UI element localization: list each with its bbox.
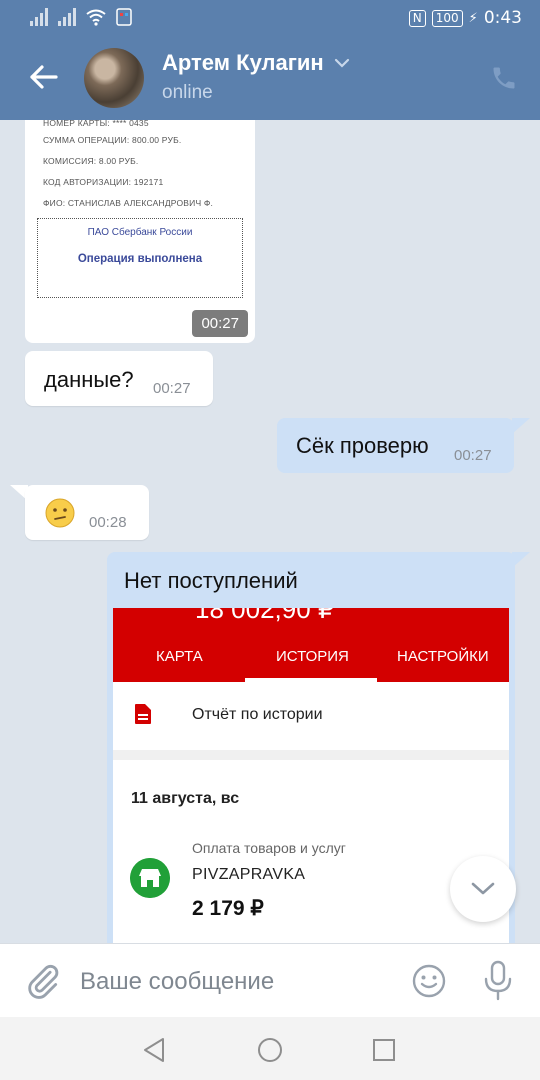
- paperclip-icon[interactable]: [24, 962, 62, 1000]
- outgoing-message[interactable]: Сёк проверю 00:27: [277, 418, 514, 473]
- clock: 0:43: [483, 8, 522, 28]
- message-composer: [0, 943, 540, 1017]
- charging-icon: ⚡: [468, 10, 478, 26]
- online-status: online: [162, 82, 213, 103]
- nav-back-icon[interactable]: [142, 1037, 166, 1063]
- divider: [113, 750, 509, 760]
- message-text: Сёк проверю: [296, 433, 429, 458]
- confused-emoji-icon: [45, 498, 75, 528]
- signal-icon: [30, 8, 48, 26]
- receipt-line: ФИО: СТАНИСЛАВ АЛЕКСАНДРОВИЧ Ф.: [43, 198, 214, 208]
- message-input[interactable]: [80, 962, 380, 1002]
- android-nav-bar: [0, 1017, 540, 1080]
- bubble-tail: [512, 418, 530, 434]
- contact-name-row[interactable]: Артем Кулагин: [162, 50, 350, 76]
- history-report-row: Отчёт по истории: [113, 682, 509, 750]
- nfc-icon: N: [408, 9, 426, 27]
- document-icon: [135, 704, 151, 724]
- message-text: Нет поступлений: [124, 568, 298, 593]
- receipt-line: КОМИССИЯ: 8.00 РУБ.: [43, 156, 139, 166]
- receipt-line: НОМЕР КАРТЫ: **** 0435: [43, 120, 149, 128]
- bubble-tail: [512, 552, 530, 568]
- tab-settings: НАСТРОЙКИ: [397, 648, 489, 665]
- message-time: 00:27: [153, 380, 191, 397]
- report-label: Отчёт по истории: [192, 706, 323, 723]
- balance-fragment: 18 002,90 ₽: [195, 608, 335, 624]
- store-icon: [130, 858, 170, 898]
- transaction-amount: 2 179 ₽: [192, 897, 264, 920]
- chevron-down-icon: [334, 58, 349, 68]
- message-time: 00:28: [89, 514, 127, 531]
- message-time: 00:27: [454, 447, 492, 464]
- avatar[interactable]: [84, 48, 144, 108]
- history-date: 11 августа, вс: [131, 790, 240, 807]
- smile-icon[interactable]: [410, 962, 448, 1000]
- phone-icon[interactable]: [490, 64, 518, 92]
- operation-result: Операция выполнена: [77, 253, 203, 265]
- back-arrow-icon[interactable]: [26, 60, 60, 94]
- microphone-icon[interactable]: [480, 960, 516, 1002]
- receipt-line: СУММА ОПЕРАЦИИ: 800.00 РУБ.: [43, 135, 182, 145]
- status-icons-left: [30, 8, 132, 26]
- message-time: 00:27: [192, 310, 248, 337]
- transaction-merchant: PIVZAPRAVKA: [192, 866, 306, 883]
- receipt-image-message[interactable]: НОМЕР КАРТЫ: **** 0435 СУММА ОПЕРАЦИИ: 8…: [25, 120, 255, 343]
- wifi-icon: [86, 9, 106, 26]
- nav-recents-icon[interactable]: [373, 1039, 395, 1061]
- incoming-message[interactable]: 00:28: [25, 485, 149, 540]
- scroll-to-bottom-button[interactable]: [450, 856, 516, 922]
- battery-icon: 100: [431, 9, 463, 27]
- contact-name: Артем Кулагин: [162, 50, 324, 75]
- message-list[interactable]: НОМЕР КАРТЫ: **** 0435 СУММА ОПЕРАЦИИ: 8…: [0, 120, 540, 943]
- transaction-category: Оплата товаров и услуг: [192, 840, 346, 856]
- incoming-message[interactable]: данные? 00:27: [25, 351, 213, 406]
- receipt-line: КОД АВТОРИЗАЦИИ: 192171: [43, 177, 164, 187]
- sber-header: 18 002,90 ₽ КАРТА ИСТОРИЯ НАСТРОЙКИ: [113, 608, 509, 682]
- status-bar: N 100 ⚡ 0:43: [0, 0, 540, 36]
- bank-stamp: ПАО Сбербанк России Операция выполнена: [37, 218, 243, 298]
- tab-history: ИСТОРИЯ: [276, 648, 349, 665]
- app-notification-icon: [116, 8, 132, 26]
- signal-2-icon: [58, 8, 76, 26]
- message-text: данные?: [44, 367, 134, 392]
- chevron-down-icon: [471, 882, 495, 895]
- nav-home-icon[interactable]: [258, 1038, 282, 1062]
- chat-header: Артем Кулагин online: [0, 36, 540, 120]
- tab-card: КАРТА: [156, 648, 203, 665]
- status-icons-right: N 100 ⚡ 0:43: [408, 8, 522, 28]
- bank-name: ПАО Сбербанк России: [87, 227, 193, 238]
